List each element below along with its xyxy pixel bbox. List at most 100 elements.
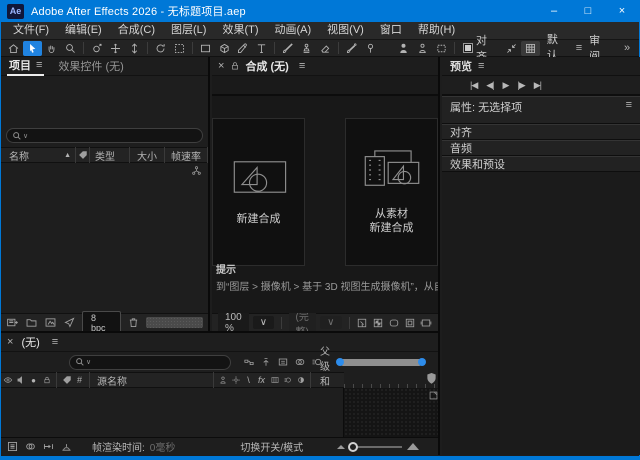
menu-composition[interactable]: 合成(C) [110,22,163,39]
properties-panel-menu-icon[interactable]: ≡ [626,99,632,121]
solo-icon[interactable]: ● [27,376,40,385]
label-tag-icon[interactable] [76,150,89,160]
adjustment-layer-switch-icon[interactable] [294,375,307,385]
new-folder-icon[interactable] [25,316,38,329]
menu-animation[interactable]: 动画(A) [267,22,320,39]
tab-project[interactable]: 项目 ≡ [7,57,44,76]
zoom-slider-knob[interactable] [348,442,358,452]
delete-item-icon[interactable] [127,316,140,329]
audio-panel-header[interactable]: 音频 [442,140,640,156]
interpret-footage-icon[interactable] [6,316,19,329]
lock-viewer-icon[interactable] [230,61,240,71]
menu-layer[interactable]: 图层(L) [163,22,214,39]
shrink-arrows-icon[interactable] [502,41,521,56]
next-frame-button[interactable]: |▶ [517,80,524,91]
person-outline-tool-icon[interactable] [413,41,432,56]
menu-effect[interactable]: 效果(T) [214,22,266,39]
close-button[interactable]: × [605,0,639,22]
layer-switches-toggle-icon[interactable] [6,440,19,453]
person-solid-tool-icon[interactable] [394,41,413,56]
zoom-tool-icon[interactable] [61,41,80,56]
comp-button-icon[interactable] [428,390,439,401]
effects-switch-icon[interactable]: fx [255,375,268,385]
draft-3d-icon[interactable] [260,356,272,368]
eraser-tool-icon[interactable] [316,41,335,56]
timeline-panel-menu-icon[interactable]: ≡ [52,336,58,348]
in-out-duration-toggle-icon[interactable] [42,440,55,453]
video-visibility-icon[interactable] [1,375,14,385]
timeline-close-tab-icon[interactable]: × [7,336,13,348]
horizontal-scrollbar[interactable] [146,317,203,328]
first-frame-button[interactable]: |◀ [470,80,477,91]
shy-switch-icon[interactable] [216,375,229,385]
play-button[interactable]: ▶ [503,80,509,91]
hand-tool-icon[interactable] [42,41,61,56]
new-composition-button[interactable]: 新建合成 [212,118,305,266]
zoom-in-icon[interactable] [407,443,419,450]
shape-cube-tool-icon[interactable] [215,41,234,56]
pen-tool-icon[interactable] [233,41,252,56]
preview-panel-menu-icon[interactable]: ≡ [478,60,484,72]
puppet-pin-tool-icon[interactable] [361,41,380,56]
quality-switch-icon[interactable]: \ [242,375,255,385]
time-ruler[interactable] [344,372,438,388]
layer-number-column[interactable]: # [73,375,86,385]
effects-presets-panel-header[interactable]: 效果和预设 [442,156,640,172]
workspace-overflow-icon[interactable]: » [618,42,636,54]
home-tool-icon[interactable] [4,41,23,56]
motion-blur-switch-icon[interactable] [281,375,294,385]
brush-tool-icon[interactable] [278,41,297,56]
region-of-interest-icon[interactable] [404,317,416,329]
time-navigator-bar[interactable] [340,359,422,366]
menu-edit[interactable]: 编辑(E) [57,22,110,39]
preview-title[interactable]: 预览 [450,58,472,74]
shy-layers-icon[interactable] [277,356,289,368]
toggle-switches-modes-button[interactable]: 切换开关/模式 [240,439,303,454]
column-frame-rate[interactable]: 帧速率 [165,148,207,163]
menu-view[interactable]: 视图(V) [319,22,372,39]
project-flowchart-icon[interactable] [191,165,202,176]
frame-blend-icon[interactable] [294,356,306,368]
transfer-controls-toggle-icon[interactable] [24,440,37,453]
rectangle-tool-icon[interactable] [196,41,215,56]
tab-effect-controls[interactable]: 效果控件 (无) [58,58,123,74]
type-tool-icon[interactable] [252,41,271,56]
project-settings-icon[interactable] [63,316,76,329]
selection-tool-icon[interactable] [23,41,42,56]
transparency-grid-icon[interactable] [372,317,384,329]
audio-mute-icon[interactable] [14,375,27,385]
previous-frame-button[interactable]: ◀| [486,80,493,91]
comp-marker-bin-icon[interactable] [426,372,437,388]
roto-brush-tool-icon[interactable] [342,41,361,56]
zoom-out-icon[interactable] [337,445,345,449]
last-frame-button[interactable]: ▶| [534,80,541,91]
rotation-tool-icon[interactable] [151,41,170,56]
menu-file[interactable]: 文件(F) [5,22,57,39]
timeline-tab[interactable]: (无) [21,334,39,350]
label-tag-icon[interactable] [60,375,73,385]
column-type[interactable]: 类型 [90,148,129,163]
dolly-camera-tool-icon[interactable] [125,41,144,56]
maximize-button[interactable]: □ [571,0,605,22]
grid-guides-options-icon[interactable] [356,317,368,329]
new-composition-icon[interactable] [44,316,57,329]
collapse-transformations-icon[interactable] [229,375,242,385]
pan-behind-tool-icon[interactable] [170,41,189,56]
clone-stamp-tool-icon[interactable] [297,41,316,56]
frame-blend-switch-icon[interactable] [268,375,281,385]
mini-flowchart-icon[interactable] [243,356,255,368]
column-name[interactable]: 名称 [1,148,64,163]
render-time-toggle-icon[interactable] [60,440,73,453]
orbit-camera-tool-icon[interactable] [87,41,106,56]
new-composition-from-footage-button[interactable]: 从素材新建合成 [345,118,438,266]
mask-visibility-icon[interactable] [388,317,400,329]
minimize-button[interactable]: – [537,0,571,22]
track-region-tool-icon[interactable] [432,41,451,56]
layer-list-area[interactable] [1,388,344,437]
navigator-end-handle[interactable] [418,358,426,366]
exposure-screen-icon[interactable] [420,317,432,329]
sort-ascending-icon[interactable]: ▲ [64,152,71,159]
track-area[interactable] [344,388,438,437]
lock-icon[interactable] [40,375,53,385]
properties-panel-header[interactable]: 属性: 无选择项 ≡ [442,96,640,124]
